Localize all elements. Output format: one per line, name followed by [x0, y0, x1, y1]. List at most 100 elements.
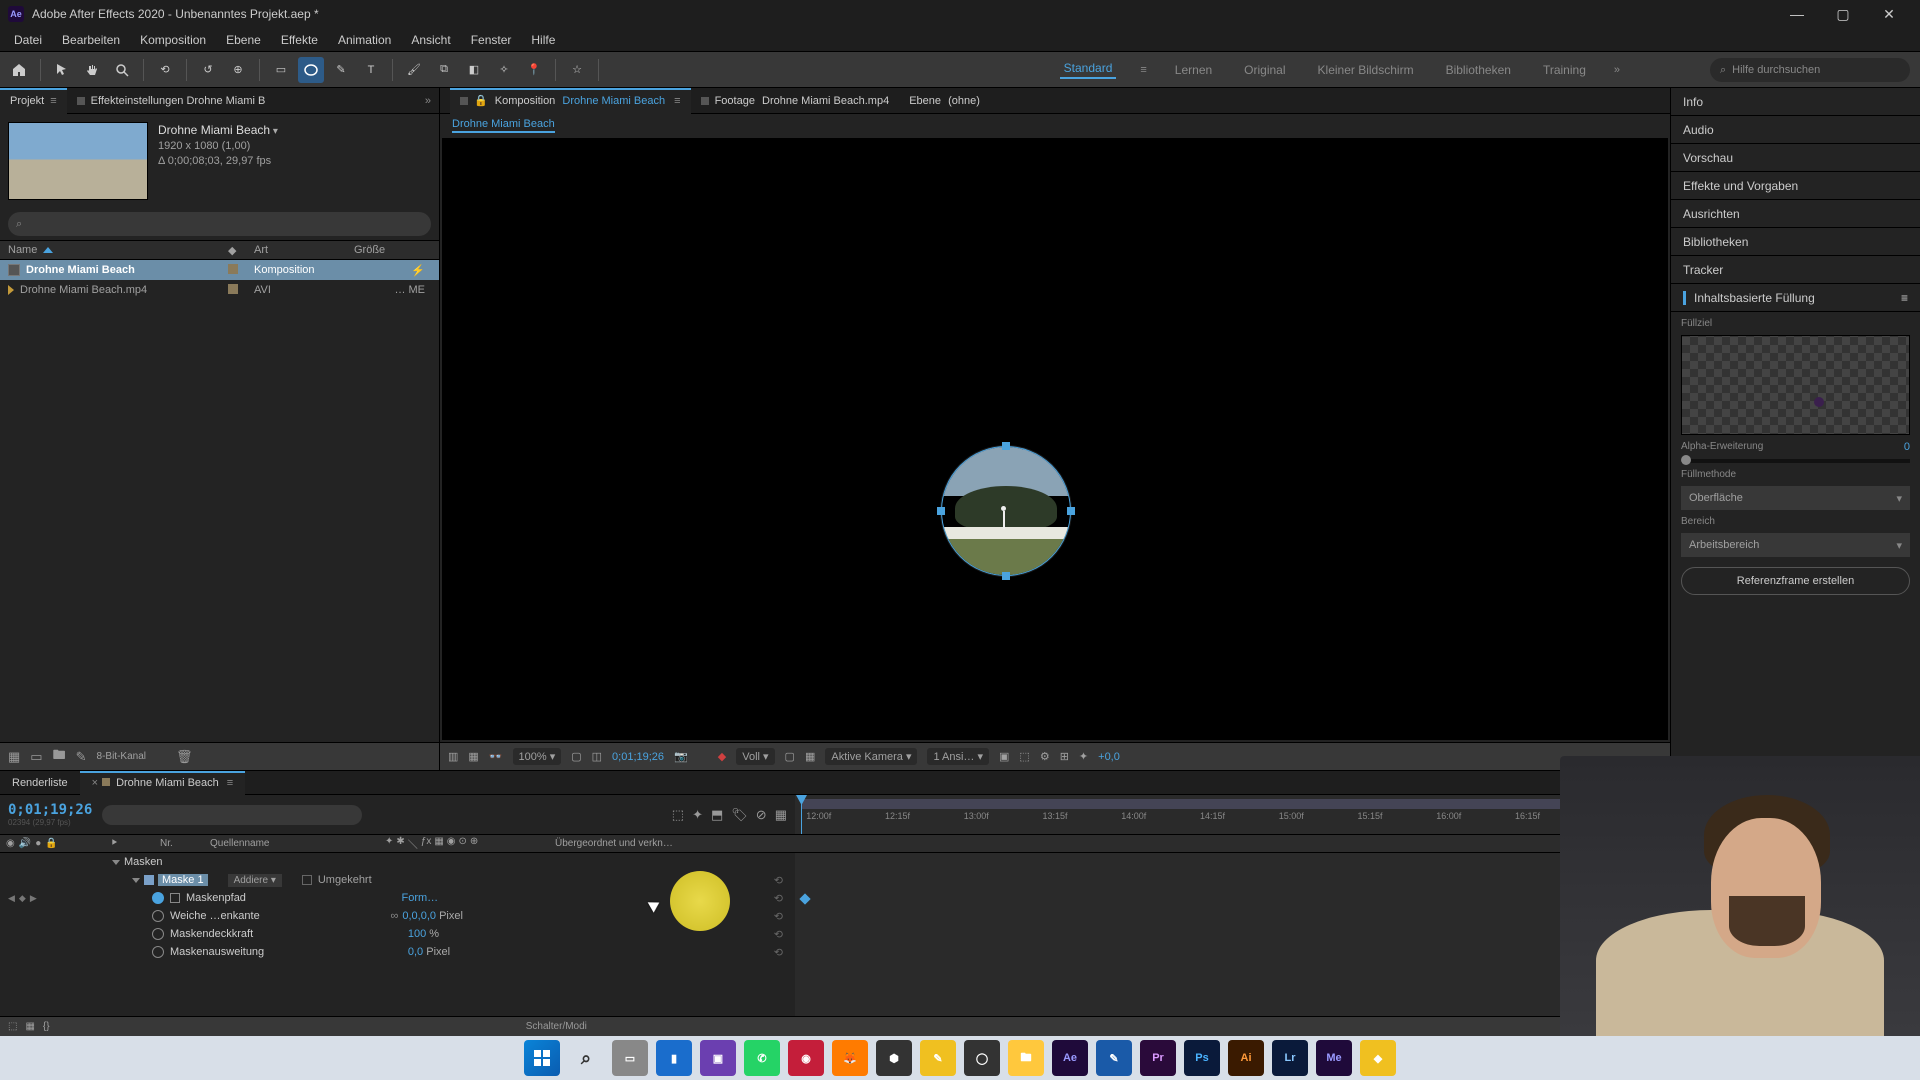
zoom-select[interactable]: 100% ▾: [513, 748, 562, 765]
prev-key-icon[interactable]: ◀: [8, 893, 15, 904]
fill-range-select[interactable]: Arbeitsbereich: [1681, 533, 1910, 557]
menu-hilfe[interactable]: Hilfe: [521, 28, 565, 52]
label-swatch[interactable]: [228, 264, 238, 274]
tl-icon-5[interactable]: ⊘: [756, 807, 767, 823]
taskbar-app[interactable]: ◆: [1360, 1040, 1396, 1076]
tl-footer-icon1[interactable]: ⬚: [8, 1021, 17, 1032]
timeline-search[interactable]: [102, 805, 362, 825]
col-type[interactable]: Art: [254, 244, 354, 256]
view-opt3-icon[interactable]: ⚙: [1040, 750, 1050, 763]
taskbar-firefox[interactable]: 🦊: [832, 1040, 868, 1076]
alpha-icon[interactable]: ▢: [571, 750, 581, 763]
viewer-timecode[interactable]: 0;01;19;26: [612, 751, 664, 763]
link-icon[interactable]: ⟲: [774, 874, 783, 887]
create-reference-frame-button[interactable]: Referenzframe erstellen: [1681, 567, 1910, 595]
mask-handle-left[interactable]: [937, 507, 945, 515]
menu-animation[interactable]: Animation: [328, 28, 401, 52]
toggle2-icon[interactable]: ▦: [805, 750, 815, 763]
project-search[interactable]: ⌕: [8, 212, 431, 236]
add-key-icon[interactable]: ◆: [19, 893, 26, 904]
taskbar-explorer[interactable]: 🖿: [1008, 1040, 1044, 1076]
mask-preview[interactable]: [941, 446, 1071, 576]
mask-path-value[interactable]: Form…: [402, 892, 439, 904]
stopwatch-opacity[interactable]: [152, 928, 164, 940]
mask-invert-checkbox[interactable]: [302, 875, 312, 885]
orbit-tool[interactable]: ⟲: [152, 57, 178, 83]
taskbar-app[interactable]: ✎: [920, 1040, 956, 1076]
help-search[interactable]: ⌕ Hilfe durchsuchen: [1710, 58, 1910, 82]
rectangle-tool[interactable]: ▭: [268, 57, 294, 83]
workspace-standard[interactable]: Standard: [1060, 61, 1117, 79]
panel-info[interactable]: Info: [1671, 88, 1920, 116]
tab-project[interactable]: Projekt≡: [0, 88, 67, 114]
panel-preview[interactable]: Vorschau: [1671, 144, 1920, 172]
magnify-icon[interactable]: ▥: [448, 750, 458, 763]
tl-icon-6[interactable]: ▦: [775, 807, 787, 823]
label-swatch[interactable]: [228, 284, 238, 294]
view-opt4-icon[interactable]: ⊞: [1060, 750, 1069, 763]
taskbar-media-encoder[interactable]: Me: [1316, 1040, 1352, 1076]
selection-tool[interactable]: [49, 57, 75, 83]
mask-handle-right[interactable]: [1067, 507, 1075, 515]
tl-icon-4[interactable]: 🏷: [731, 807, 748, 823]
trash-icon[interactable]: 🗑: [176, 749, 193, 765]
home-button[interactable]: [6, 57, 32, 83]
fill-method-select[interactable]: Oberfläche: [1681, 486, 1910, 510]
pen-tool[interactable]: ✎: [328, 57, 354, 83]
timeline-timecode[interactable]: 0;01;19;26: [8, 802, 92, 818]
resolution-select[interactable]: Voll ▾: [736, 748, 774, 765]
taskbar-app[interactable]: ✎: [1096, 1040, 1132, 1076]
link-icon[interactable]: ⟲: [774, 892, 783, 905]
taskbar-after-effects[interactable]: Ae: [1052, 1040, 1088, 1076]
menu-datei[interactable]: Datei: [4, 28, 52, 52]
view-opt5-icon[interactable]: ✦: [1079, 750, 1088, 763]
camera-select[interactable]: Aktive Kamera ▾: [825, 748, 917, 765]
row-mask-expansion[interactable]: Maskenausweitung 0,0 Pixel ⟲: [0, 943, 795, 961]
minimize-button[interactable]: —: [1774, 0, 1820, 28]
tab-composition[interactable]: 🔒 Komposition Drohne Miami Beach ≡: [450, 88, 691, 114]
exposure-value[interactable]: +0,0: [1098, 751, 1120, 763]
tab-layer[interactable]: Ebene (ohne): [899, 88, 990, 114]
hand-tool[interactable]: [79, 57, 105, 83]
ellipse-tool[interactable]: [298, 57, 324, 83]
taskbar-premiere[interactable]: Pr: [1140, 1040, 1176, 1076]
tab-overflow-icon[interactable]: »: [417, 95, 439, 107]
interpret-icon[interactable]: ▦: [8, 749, 20, 765]
tl-footer-icon3[interactable]: {}: [43, 1021, 50, 1032]
menu-komposition[interactable]: Komposition: [130, 28, 216, 52]
eraser-tool[interactable]: ◧: [461, 57, 487, 83]
project-thumbnail[interactable]: [8, 122, 148, 200]
tab-footage[interactable]: Footage Drohne Miami Beach.mp4: [691, 88, 900, 114]
taskbar-lightroom[interactable]: Lr: [1272, 1040, 1308, 1076]
col-source-name[interactable]: Quellenname: [210, 838, 385, 849]
workspace-menu-icon[interactable]: ≡: [1140, 64, 1146, 76]
solo-icon[interactable]: ●: [35, 838, 41, 849]
workspace-training[interactable]: Training: [1539, 63, 1590, 77]
view-opt1-icon[interactable]: ▣: [999, 750, 1009, 763]
anchor-tool[interactable]: ⊕: [225, 57, 251, 83]
panel-tracker[interactable]: Tracker: [1671, 256, 1920, 284]
menu-bearbeiten[interactable]: Bearbeiten: [52, 28, 130, 52]
alpha-expansion-slider[interactable]: [1681, 459, 1910, 463]
workspace-original[interactable]: Original: [1240, 63, 1289, 77]
views-select[interactable]: 1 Ansi… ▾: [927, 748, 989, 765]
text-tool[interactable]: T: [358, 57, 384, 83]
next-key-icon[interactable]: ▶: [30, 893, 37, 904]
menu-fenster[interactable]: Fenster: [461, 28, 522, 52]
eye-icon[interactable]: ◉: [6, 838, 15, 849]
link-icon[interactable]: ⟲: [774, 910, 783, 923]
mask-handle-bottom[interactable]: [1002, 572, 1010, 580]
tl-icon-3[interactable]: ⬒: [711, 807, 723, 823]
taskbar-search[interactable]: ⌕: [568, 1040, 604, 1076]
taskbar-taskview[interactable]: ▭: [612, 1040, 648, 1076]
taskbar-app[interactable]: ◉: [788, 1040, 824, 1076]
puppet-tool[interactable]: 📍: [521, 57, 547, 83]
stopwatch-feather[interactable]: [152, 910, 164, 922]
tab-render-queue[interactable]: Renderliste: [0, 771, 80, 795]
taskbar-whatsapp[interactable]: ✆: [744, 1040, 780, 1076]
project-row-footage[interactable]: Drohne Miami Beach.mp4 AVI … ME: [0, 280, 439, 300]
link-icon[interactable]: ⟲: [774, 928, 783, 941]
other-icon[interactable]: ✎: [76, 749, 87, 765]
channel-icon[interactable]: ◆: [718, 750, 726, 763]
project-row-comp[interactable]: Drohne Miami Beach Komposition ⚡: [0, 260, 439, 280]
